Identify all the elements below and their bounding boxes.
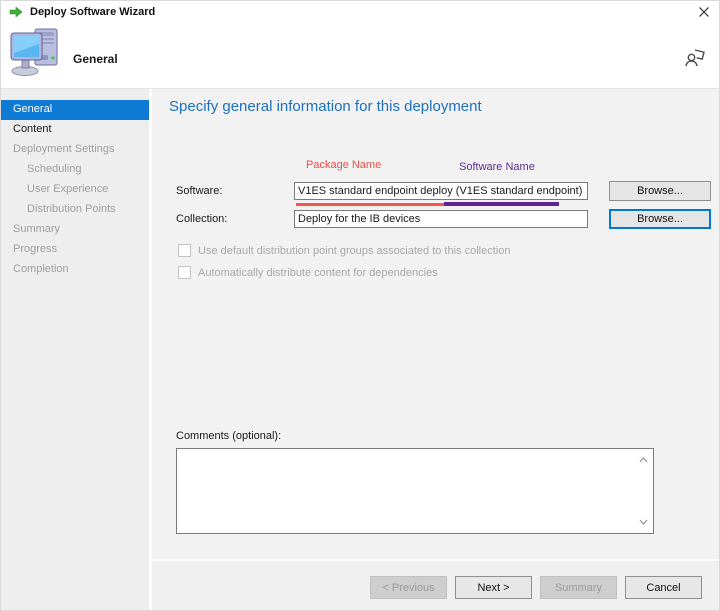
package-name-underline: [296, 203, 444, 206]
auto-distribute-checkbox: [178, 266, 191, 279]
close-button[interactable]: [689, 1, 719, 23]
next-button[interactable]: Next >: [455, 576, 532, 599]
page-content: Specify general information for this dep…: [152, 89, 719, 559]
collection-label: Collection:: [176, 213, 227, 225]
software-label: Software:: [176, 185, 222, 197]
feedback-person-icon: [683, 45, 707, 69]
software-input[interactable]: [294, 182, 588, 200]
checkbox-row-auto-distribute: Automatically distribute content for dep…: [178, 266, 438, 279]
sidebar-item-user-experience: User Experience: [1, 180, 149, 200]
comments-label: Comments (optional):: [176, 430, 281, 442]
sidebar-item-deployment-settings: Deployment Settings: [1, 140, 149, 160]
titlebar: Deploy Software Wizard: [1, 1, 719, 23]
wizard-footer: < Previous Next > Summary Cancel: [152, 559, 719, 611]
wizard-body: General Content Deployment Settings Sche…: [1, 89, 719, 611]
sidebar-item-content[interactable]: Content: [1, 120, 149, 140]
sidebar-item-completion: Completion: [1, 260, 149, 280]
wizard-sidebar: General Content Deployment Settings Sche…: [1, 89, 152, 611]
comments-textarea[interactable]: [176, 448, 654, 534]
sidebar-item-scheduling: Scheduling: [1, 160, 149, 180]
software-browse-button[interactable]: Browse...: [609, 181, 711, 201]
scroll-up-icon[interactable]: [636, 454, 650, 466]
collection-browse-button[interactable]: Browse...: [609, 209, 711, 229]
checkbox-row-default-dp-groups: Use default distribution point groups as…: [178, 244, 510, 257]
right-pane: Specify general information for this dep…: [152, 89, 719, 611]
sidebar-item-progress: Progress: [1, 240, 149, 260]
summary-button: Summary: [540, 576, 617, 599]
close-icon: [698, 6, 710, 18]
default-dp-groups-checkbox: [178, 244, 191, 257]
previous-button: < Previous: [370, 576, 447, 599]
computer-icon: [10, 27, 62, 77]
wizard-header: General: [1, 23, 719, 89]
default-dp-groups-label: Use default distribution point groups as…: [198, 245, 510, 257]
cancel-button[interactable]: Cancel: [625, 576, 702, 599]
deploy-software-wizard-window: Deploy Software Wizard General: [0, 0, 720, 611]
annotation-package-name: Package Name: [306, 159, 381, 171]
wizard-green-arrow-icon: [9, 5, 23, 19]
header-page-title: General: [73, 52, 118, 66]
scroll-down-icon[interactable]: [636, 516, 650, 528]
window-title: Deploy Software Wizard: [30, 6, 155, 18]
software-name-underline: [444, 202, 559, 206]
auto-distribute-label: Automatically distribute content for dep…: [198, 267, 438, 279]
collection-input[interactable]: [294, 210, 588, 228]
annotation-software-name: Software Name: [459, 161, 535, 173]
sidebar-item-general[interactable]: General: [1, 100, 149, 120]
sidebar-item-distribution-points: Distribution Points: [1, 200, 149, 220]
sidebar-item-summary: Summary: [1, 220, 149, 240]
page-heading: Specify general information for this dep…: [169, 98, 482, 115]
feedback-button[interactable]: [683, 45, 707, 69]
